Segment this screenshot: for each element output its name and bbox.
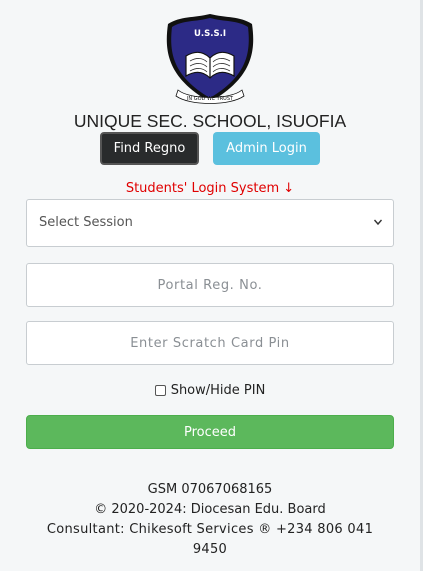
chevron-down-icon <box>373 219 383 226</box>
regno-field-wrapper <box>26 263 394 307</box>
shield-crest-icon: U.S.S.I IN GOD WE TRUST <box>166 14 254 104</box>
show-hide-pin-label: Show/Hide PIN <box>170 383 266 398</box>
school-logo: U.S.S.I IN GOD WE TRUST <box>160 12 260 108</box>
find-regno-button[interactable]: Find Regno <box>100 132 199 165</box>
session-select-value: Select Session <box>39 215 133 230</box>
logo-motto: IN GOD WE TRUST <box>187 96 234 102</box>
show-hide-pin-checkbox[interactable] <box>154 385 166 396</box>
logo-badge-text: U.S.S.I <box>194 29 226 39</box>
scratch-card-pin-input[interactable] <box>27 322 393 364</box>
footer-consultant: Consultant: Chikesoft Services ® +234 80… <box>46 522 374 557</box>
admin-login-button[interactable]: Admin Login <box>213 132 320 165</box>
pin-field-wrapper <box>26 321 394 365</box>
school-name-heading: UNIQUE SEC. SCHOOL, ISUOFIA <box>73 111 347 131</box>
footer: GSM 07067068165 © 2020-2024: Diocesan Ed… <box>0 480 420 560</box>
portal-regno-input[interactable] <box>27 264 393 306</box>
show-hide-pin-row[interactable]: Show/Hide PIN <box>0 383 420 398</box>
footer-gsm: GSM 07067068165 <box>147 482 273 497</box>
footer-copyright: © 2020-2024: Diocesan Edu. Board <box>94 502 326 517</box>
login-system-title: Students' Login System ↓ <box>125 181 295 196</box>
session-select[interactable]: Select Session <box>26 199 394 247</box>
proceed-button[interactable]: Proceed <box>26 415 394 449</box>
